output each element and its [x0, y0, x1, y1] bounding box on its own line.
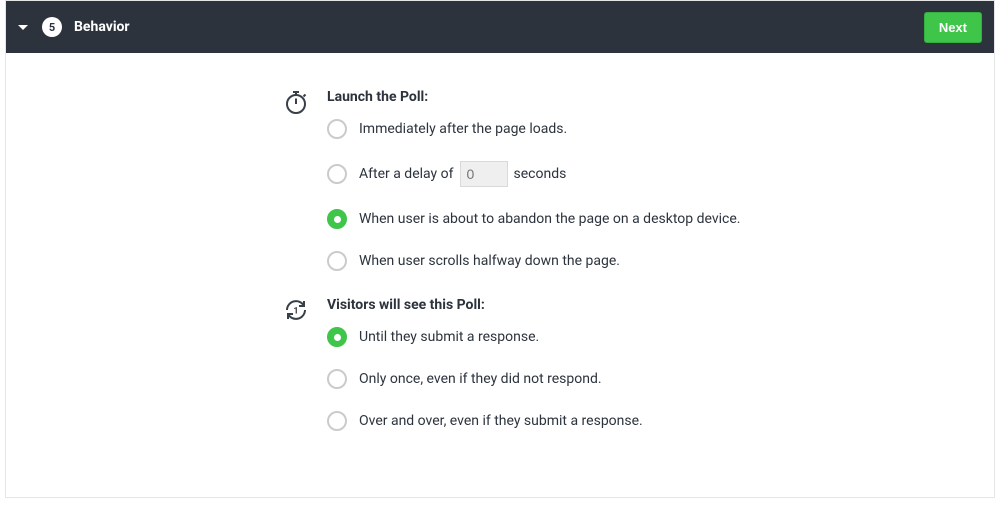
- radio-immediate[interactable]: [327, 119, 347, 139]
- radio-abandon[interactable]: [327, 209, 347, 229]
- delay-suffix: seconds: [514, 166, 567, 182]
- visitors-heading: Visitors will see this Poll:: [327, 297, 643, 313]
- step-number-badge: 5: [42, 17, 62, 37]
- launch-option-abandon[interactable]: When user is about to abandon the page o…: [327, 209, 740, 229]
- stopwatch-icon: [283, 89, 309, 115]
- launch-heading: Launch the Poll:: [327, 89, 740, 105]
- panel-body: Launch the Poll: Immediately after the p…: [6, 53, 994, 497]
- delay-seconds-input[interactable]: [460, 161, 508, 187]
- radio-until-submit[interactable]: [327, 327, 347, 347]
- repeat-once-icon: 1: [283, 297, 309, 323]
- launch-option-immediate[interactable]: Immediately after the page loads.: [327, 119, 740, 139]
- launch-section: Launch the Poll: Immediately after the p…: [283, 89, 994, 271]
- delay-prefix: After a delay of: [359, 166, 454, 182]
- radio-delay[interactable]: [327, 164, 347, 184]
- behavior-panel: 5 Behavior Next Launch the Poll: Immedia…: [5, 0, 995, 498]
- launch-option-label: When user is about to abandon the page o…: [359, 211, 740, 227]
- collapse-chevron-icon[interactable]: [18, 25, 28, 30]
- visitors-section: 1 Visitors will see this Poll: Until the…: [283, 297, 994, 431]
- visitors-option-label: Over and over, even if they submit a res…: [359, 413, 643, 429]
- panel-header[interactable]: 5 Behavior Next: [6, 1, 994, 53]
- launch-option-delay[interactable]: After a delay of seconds: [327, 161, 740, 187]
- launch-option-label: When user scrolls halfway down the page.: [359, 253, 620, 269]
- visitors-content: Visitors will see this Poll: Until they …: [327, 297, 643, 431]
- visitors-option-label: Until they submit a response.: [359, 329, 539, 345]
- visitors-option-label: Only once, even if they did not respond.: [359, 371, 602, 387]
- launch-content: Launch the Poll: Immediately after the p…: [327, 89, 740, 271]
- visitors-option-until-submit[interactable]: Until they submit a response.: [327, 327, 643, 347]
- visitors-option-only-once[interactable]: Only once, even if they did not respond.: [327, 369, 643, 389]
- next-button[interactable]: Next: [924, 12, 982, 43]
- panel-title: Behavior: [74, 19, 924, 35]
- radio-scroll[interactable]: [327, 251, 347, 271]
- visitors-option-over-and-over[interactable]: Over and over, even if they submit a res…: [327, 411, 643, 431]
- svg-text:1: 1: [293, 307, 298, 317]
- launch-option-scroll[interactable]: When user scrolls halfway down the page.: [327, 251, 740, 271]
- radio-over-and-over[interactable]: [327, 411, 347, 431]
- radio-only-once[interactable]: [327, 369, 347, 389]
- launch-option-label: Immediately after the page loads.: [359, 121, 567, 137]
